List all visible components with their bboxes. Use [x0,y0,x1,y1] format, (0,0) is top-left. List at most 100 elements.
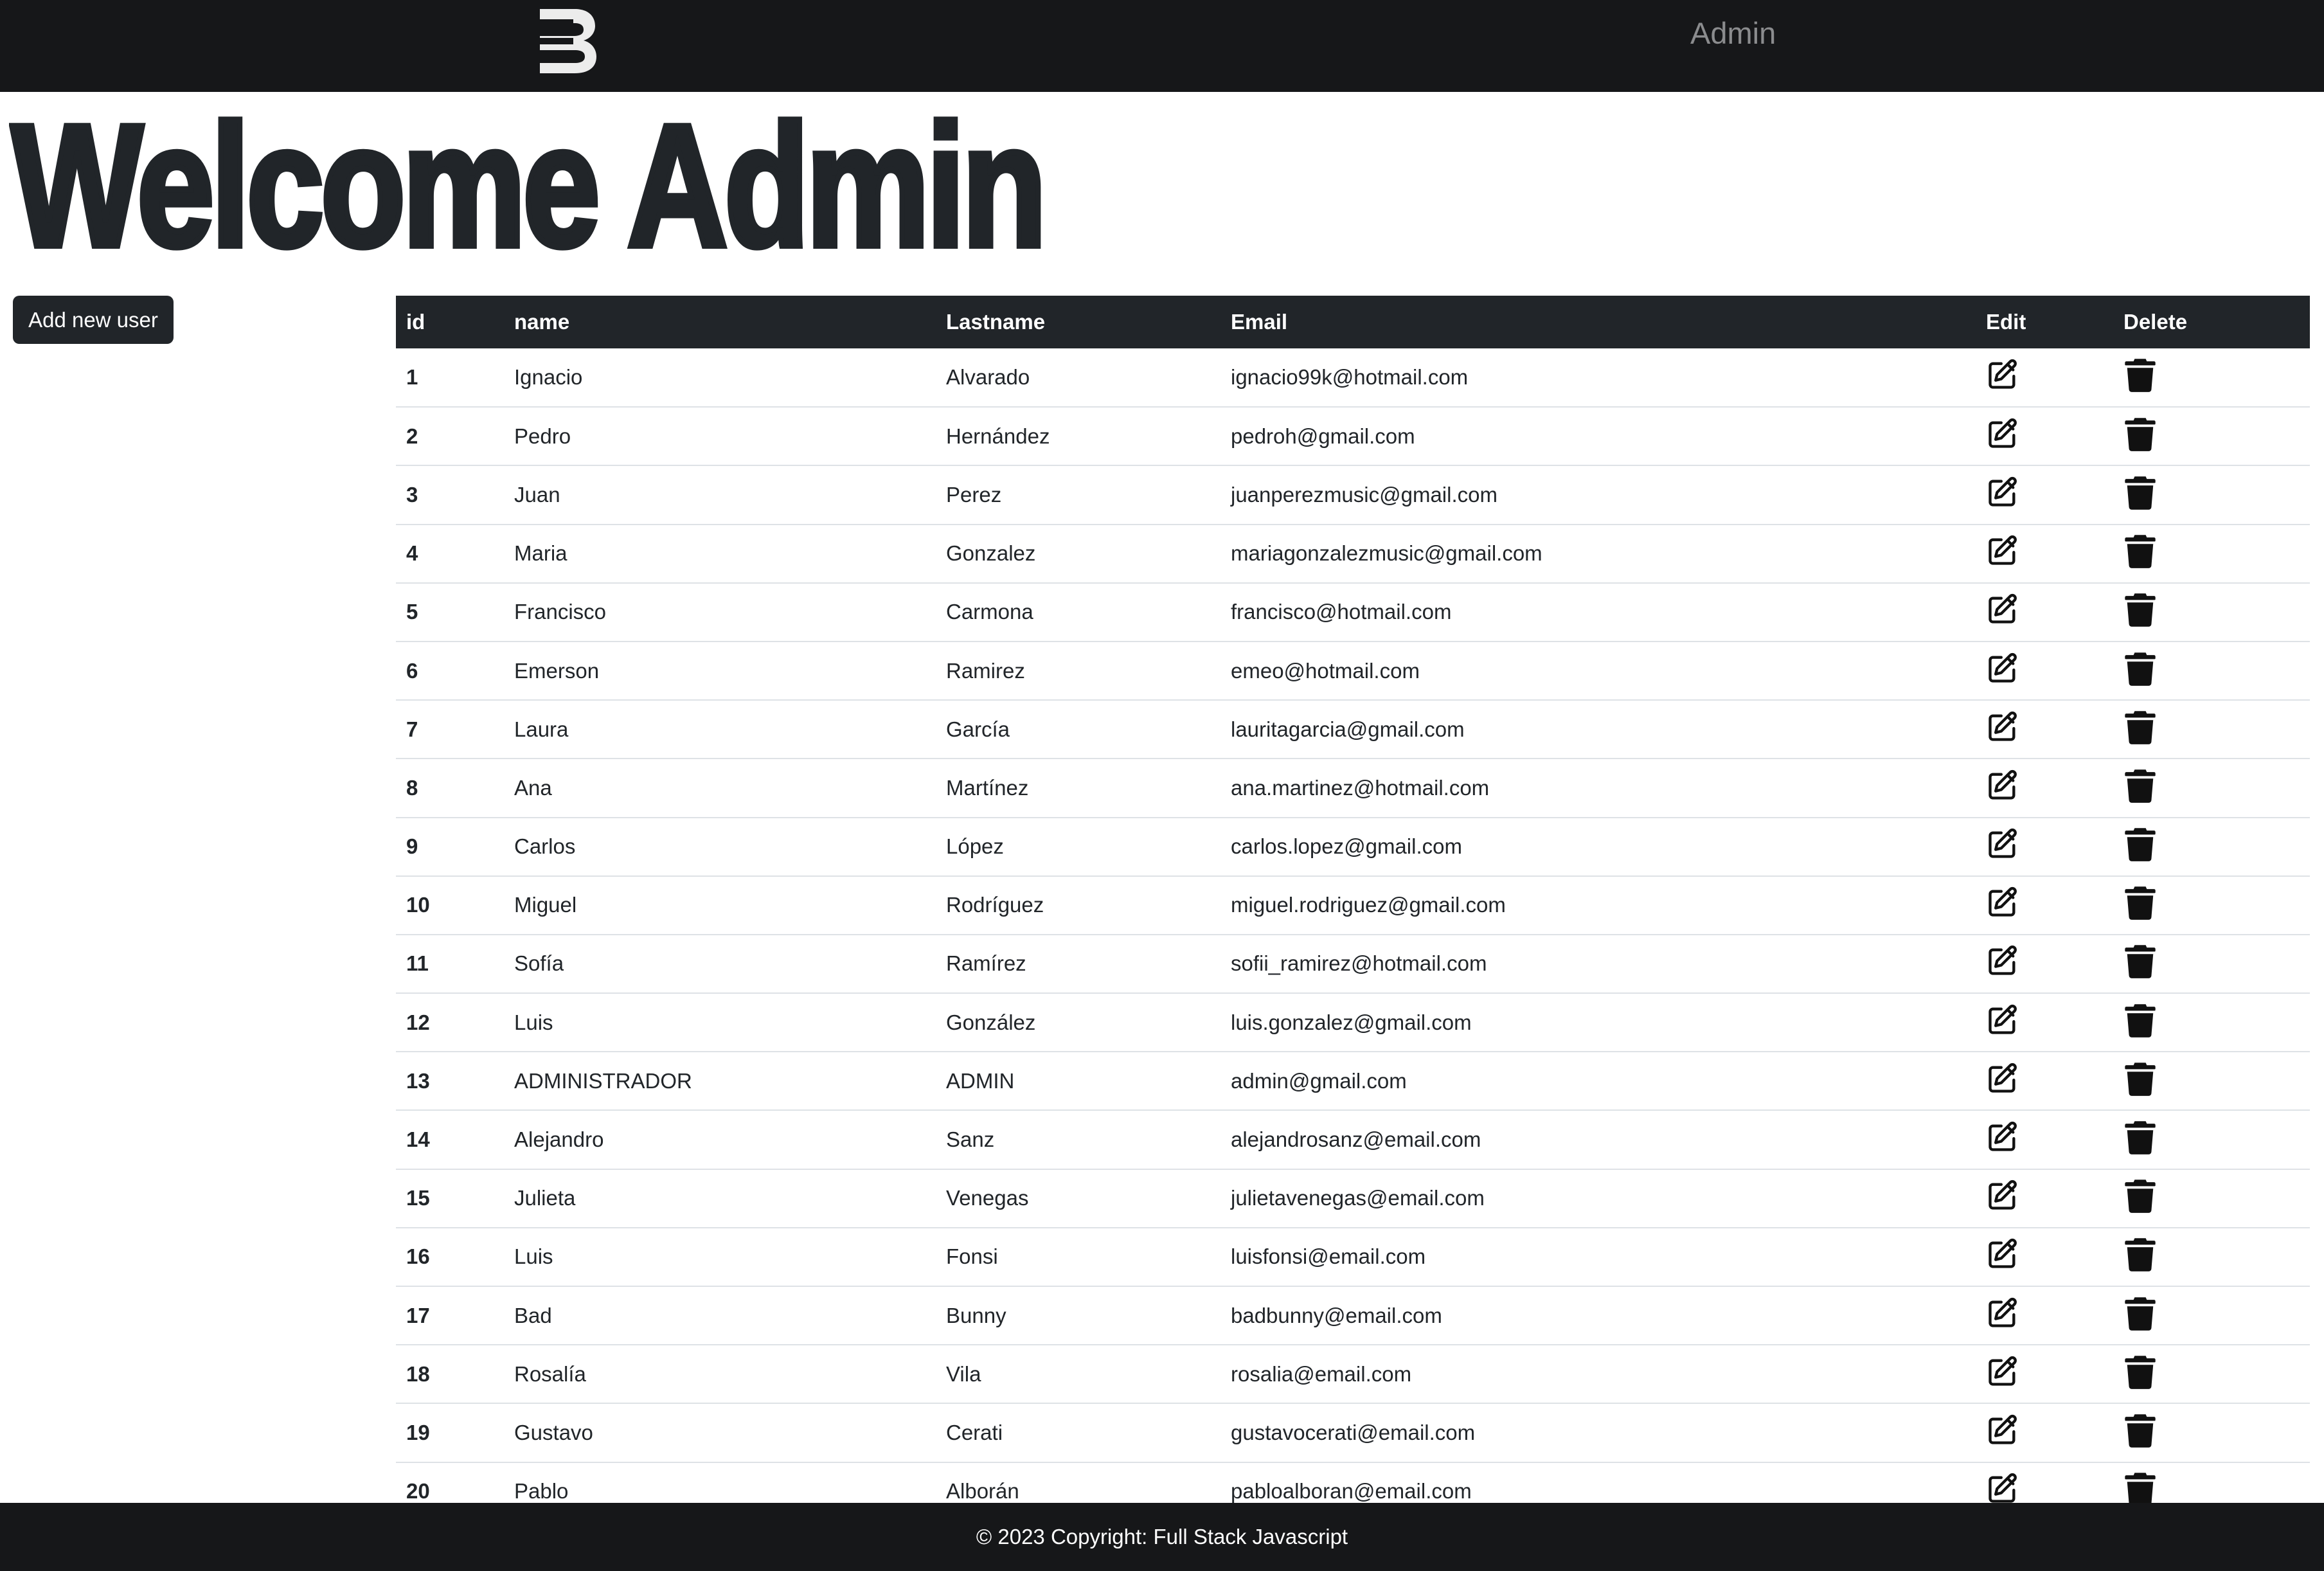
trash-icon[interactable] [2123,1119,2157,1155]
trash-icon[interactable] [2123,1178,2157,1214]
table-row: 13 ADMINISTRADOR ADMIN admin@gmail.com [396,1052,2310,1111]
cell-id: 5 [406,600,418,624]
cell-id: 18 [406,1361,430,1386]
cell-lastname: Rodríguez [946,893,1044,917]
table-row: 11 Sofía Ramírez sofii_ramirez@hotmail.com [396,935,2310,994]
table-row: 8 Ana Martínez ana.martinez@hotmail.com [396,759,2310,818]
edit-icon[interactable] [1986,593,2019,626]
cell-edit [1976,700,2113,759]
cell-email: carlos.lopez@gmail.com [1231,834,1462,859]
cell-lastname: Venegas [946,1186,1029,1210]
cell-email: rosalia@email.com [1231,1361,1412,1386]
cell-lastname: Sanz [946,1127,995,1152]
table-header-row: id name Lastname Email Edit Delete [396,296,2310,348]
column-header-lastname: Lastname [946,310,1046,334]
edit-icon[interactable] [1986,1297,2019,1330]
trash-icon[interactable] [2123,1061,2157,1097]
cell-email: luisfonsi@email.com [1231,1244,1426,1269]
cell-id: 4 [406,541,418,566]
trash-icon[interactable] [2123,1354,2157,1390]
cell-delete [2113,642,2310,700]
cell-email: sofii_ramirez@hotmail.com [1231,951,1487,976]
trash-icon[interactable] [2123,1412,2157,1448]
trash-icon[interactable] [2123,474,2157,510]
edit-icon[interactable] [1986,652,2019,685]
cell-name: Pedro [514,424,571,448]
cell-edit [1976,759,2113,817]
cell-email: ana.martinez@hotmail.com [1231,775,1490,800]
cell-id: 13 [406,1068,430,1093]
cell-delete [2113,1169,2310,1228]
cell-email: francisco@hotmail.com [1231,600,1452,624]
cell-delete [2113,818,2310,876]
edit-icon[interactable] [1986,886,2019,919]
cell-lastname: González [946,1010,1036,1034]
trash-icon[interactable] [2123,826,2157,862]
edit-icon[interactable] [1986,1179,2019,1212]
cell-lastname: Fonsi [946,1244,998,1269]
trash-icon[interactable] [2123,1295,2157,1331]
edit-icon[interactable] [1986,1120,2019,1154]
trash-icon[interactable] [2123,651,2157,687]
edit-icon[interactable] [1986,710,2019,744]
trash-icon[interactable] [2123,357,2157,393]
trash-icon[interactable] [2123,591,2157,627]
cell-id: 11 [406,951,429,976]
page-title: Welcome Admin [9,89,1050,283]
edit-icon[interactable] [1986,1472,2019,1505]
cell-name: Ana [514,775,552,800]
cell-edit [1976,583,2113,642]
trash-icon[interactable] [2123,533,2157,569]
trash-icon[interactable] [2123,1471,2157,1507]
cell-delete [2113,1110,2310,1169]
edit-icon[interactable] [1986,827,2019,861]
cell-name: Emerson [514,658,600,683]
cell-name: ADMINISTRADOR [514,1068,692,1093]
cell-edit [1976,993,2113,1052]
cell-edit [1976,818,2113,876]
edit-icon[interactable] [1986,358,2019,391]
edit-icon[interactable] [1986,944,2019,978]
cell-edit [1976,1110,2113,1169]
edit-icon[interactable] [1986,534,2019,568]
column-header-email: Email [1231,310,1288,334]
cell-edit [1976,642,2113,700]
edit-icon[interactable] [1986,476,2019,509]
edit-icon[interactable] [1986,1003,2019,1037]
add-new-user-button[interactable]: Add new user [13,296,174,344]
table-row: 4 Maria Gonzalez mariagonzalezmusic@gmail.c… [396,525,2310,583]
cell-lastname: García [946,717,1010,741]
cell-delete [2113,993,2310,1052]
edit-icon[interactable] [1986,1237,2019,1271]
cell-lastname: Martínez [946,775,1029,800]
trash-icon[interactable] [2123,884,2157,920]
cell-name: Luis [514,1010,553,1034]
edit-icon[interactable] [1986,1062,2019,1095]
trash-icon[interactable] [2123,1002,2157,1038]
cell-edit [1976,876,2113,935]
edit-icon[interactable] [1986,1414,2019,1447]
nav-admin-link[interactable]: Admin [1690,15,1776,51]
edit-icon[interactable] [1986,1355,2019,1388]
trash-icon[interactable] [2123,416,2157,452]
trash-icon[interactable] [2123,709,2157,745]
cell-email: emeo@hotmail.com [1231,658,1420,683]
cell-name: Rosalía [514,1361,586,1386]
cell-name: Miguel [514,893,577,917]
edit-icon[interactable] [1986,417,2019,451]
cell-lastname: Ramirez [946,658,1025,683]
cell-delete [2113,759,2310,817]
trash-icon[interactable] [2123,768,2157,803]
cell-lastname: Bunny [946,1303,1006,1327]
edit-icon[interactable] [1986,769,2019,802]
cell-lastname: ADMIN [946,1068,1015,1093]
cell-id: 14 [406,1127,430,1152]
cell-delete [2113,700,2310,759]
trash-icon[interactable] [2123,943,2157,979]
cell-name: Laura [514,717,569,741]
users-table: id name Lastname Email Edit Delete 1 Igna… [396,296,2310,1522]
table-row: 7 Laura García lauritagarcia@gmail.com [396,700,2310,759]
brand-b-logo-icon[interactable] [537,6,598,76]
cell-name: Carlos [514,834,576,859]
trash-icon[interactable] [2123,1236,2157,1272]
